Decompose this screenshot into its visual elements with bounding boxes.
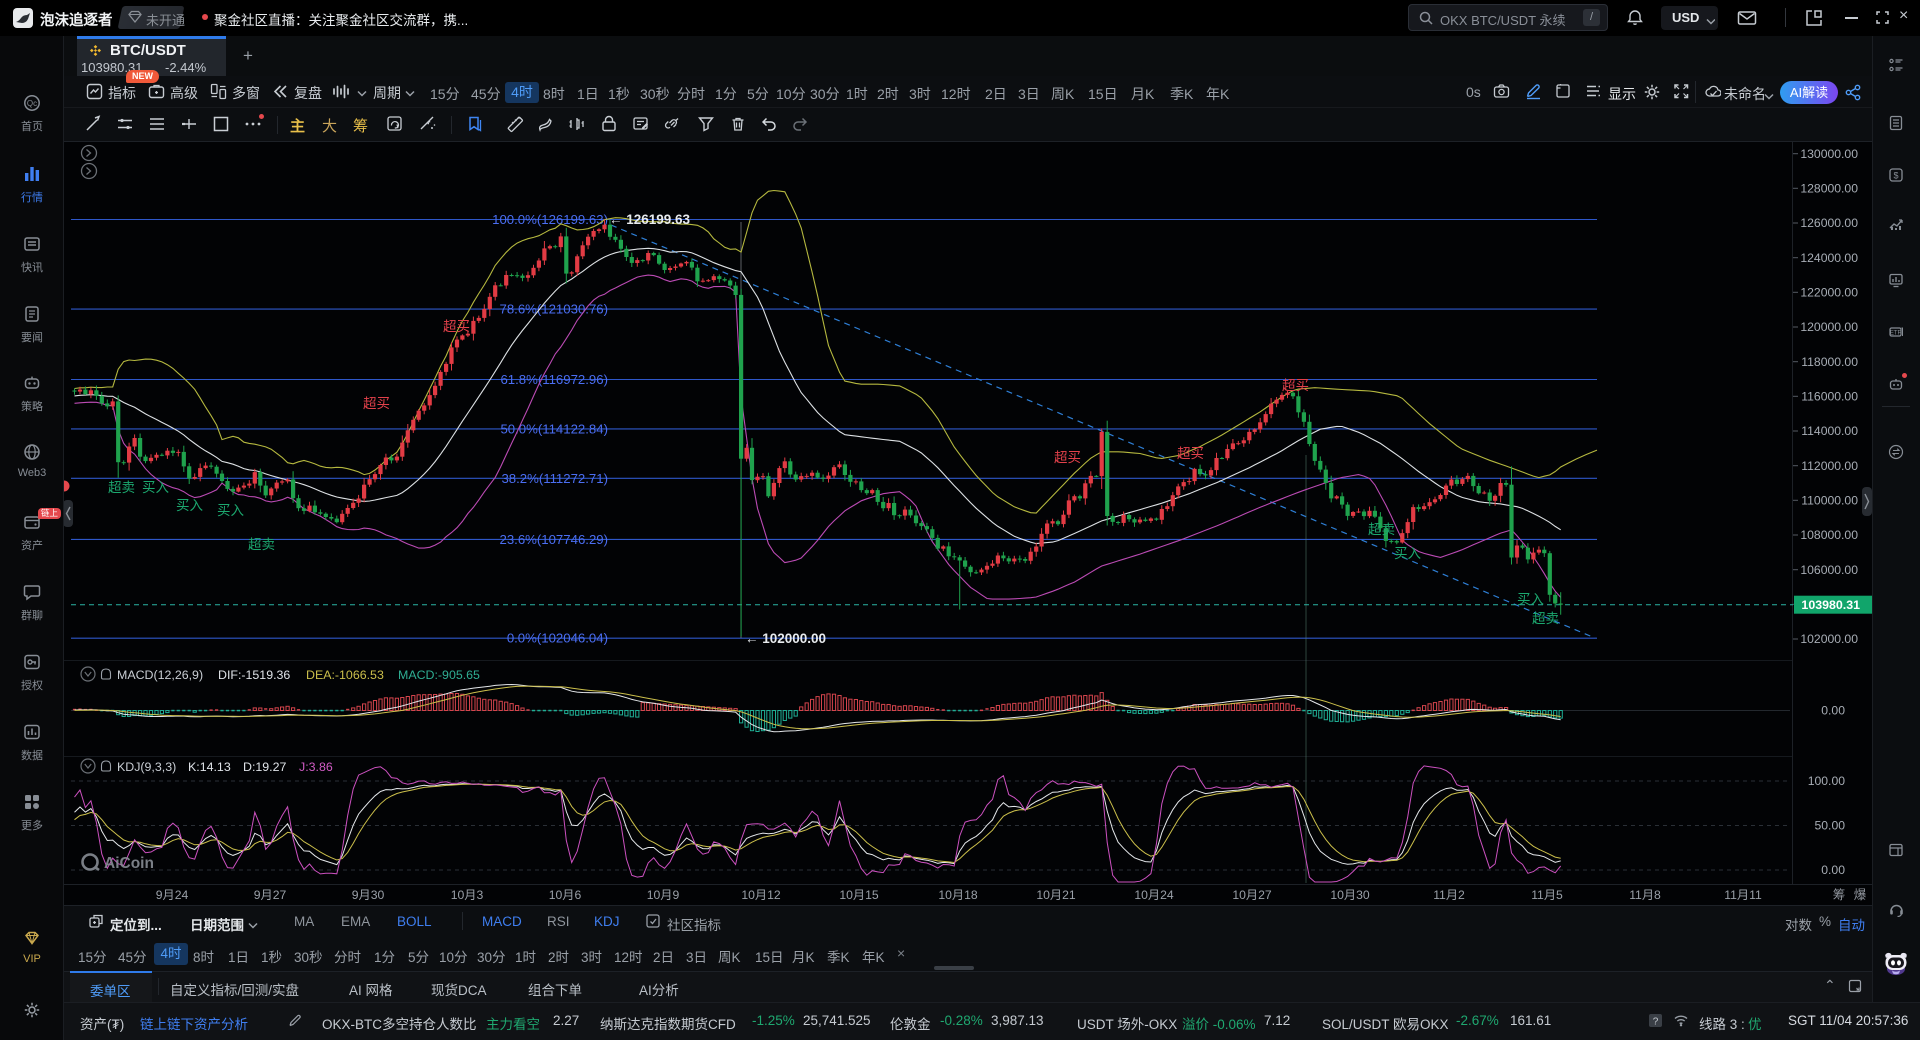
svg-text:10月27: 10月27 bbox=[1232, 888, 1272, 902]
svg-text:0.00: 0.00 bbox=[1821, 863, 1845, 877]
svg-text:38.2%(111272.71): 38.2%(111272.71) bbox=[501, 471, 608, 486]
svg-text:超买: 超买 bbox=[363, 396, 390, 411]
svg-text:ETF: ETF bbox=[1890, 331, 1902, 337]
svg-text:MACD:-905.65: MACD:-905.65 bbox=[398, 668, 480, 682]
svg-text:128000.00: 128000.00 bbox=[1800, 182, 1858, 196]
svg-text:超卖: 超卖 bbox=[1532, 611, 1559, 626]
svg-text:10月3: 10月3 bbox=[451, 888, 484, 902]
svg-text:← 126199.63: ← 126199.63 bbox=[609, 212, 691, 227]
svg-text:超卖: 超卖 bbox=[108, 480, 135, 495]
svg-text:120000.00: 120000.00 bbox=[1800, 320, 1858, 334]
svg-text:10月18: 10月18 bbox=[938, 888, 978, 902]
svg-text:78.6%(121030.76): 78.6%(121030.76) bbox=[499, 302, 608, 317]
svg-text:10月6: 10月6 bbox=[549, 888, 582, 902]
svg-text:买入: 买入 bbox=[217, 503, 244, 518]
svg-text:23.6%(107746.29): 23.6%(107746.29) bbox=[499, 532, 608, 547]
svg-text:买入: 买入 bbox=[176, 498, 203, 513]
svg-text:超买: 超买 bbox=[1177, 446, 1204, 461]
svg-text:买入: 买入 bbox=[1517, 592, 1545, 607]
svg-text:110000.00: 110000.00 bbox=[1801, 494, 1858, 508]
svg-text:超买: 超买 bbox=[1054, 450, 1081, 465]
svg-text:50.00: 50.00 bbox=[1815, 819, 1846, 833]
svg-text:100.00: 100.00 bbox=[1808, 774, 1845, 788]
svg-text:130000.00: 130000.00 bbox=[1800, 147, 1858, 161]
svg-text:KDJ(9,3,3): KDJ(9,3,3) bbox=[117, 760, 176, 774]
svg-text:$: $ bbox=[1893, 171, 1898, 181]
svg-text:61.8%(116972.96): 61.8%(116972.96) bbox=[500, 372, 608, 387]
svg-text:DEA:-1066.53: DEA:-1066.53 bbox=[306, 668, 384, 682]
svg-text:103980.31: 103980.31 bbox=[1801, 598, 1860, 612]
svg-text:102000.00: 102000.00 bbox=[1800, 632, 1858, 646]
svg-text:D:19.27: D:19.27 bbox=[243, 760, 287, 774]
svg-text:11月8: 11月8 bbox=[1629, 888, 1661, 902]
svg-text:超买: 超买 bbox=[443, 319, 470, 334]
svg-text:0.0%(102046.04): 0.0%(102046.04) bbox=[507, 631, 608, 646]
svg-text:11月11: 11月11 bbox=[1724, 888, 1762, 902]
svg-text:MACD(12,26,9): MACD(12,26,9) bbox=[117, 668, 203, 682]
svg-text:11月5: 11月5 bbox=[1531, 888, 1563, 902]
svg-text:10月30: 10月30 bbox=[1330, 888, 1370, 902]
svg-text:108000.00: 108000.00 bbox=[1800, 528, 1858, 542]
svg-text:Qc: Qc bbox=[27, 99, 37, 108]
svg-text:10月9: 10月9 bbox=[647, 888, 680, 902]
svg-text:10月21: 10月21 bbox=[1036, 888, 1076, 902]
svg-text:K:14.13: K:14.13 bbox=[188, 760, 231, 774]
svg-text:118000.00: 118000.00 bbox=[1801, 355, 1858, 369]
svg-text:爆: 爆 bbox=[1854, 888, 1867, 902]
svg-text:买入: 买入 bbox=[142, 480, 169, 495]
svg-text:超卖: 超卖 bbox=[1368, 522, 1395, 537]
svg-text:超买: 超买 bbox=[1282, 378, 1309, 393]
svg-text:10月15: 10月15 bbox=[839, 888, 879, 902]
svg-text:?: ? bbox=[1653, 1017, 1659, 1028]
svg-text:124000.00: 124000.00 bbox=[1800, 251, 1858, 265]
svg-text:超卖: 超卖 bbox=[248, 537, 275, 552]
svg-text:9月24: 9月24 bbox=[156, 888, 189, 902]
svg-text:114000.00: 114000.00 bbox=[1801, 424, 1858, 438]
svg-text:100.0%(126199.63): 100.0%(126199.63) bbox=[492, 212, 608, 227]
svg-text:AiCoin: AiCoin bbox=[104, 855, 154, 872]
svg-text:筹: 筹 bbox=[1833, 887, 1846, 902]
svg-text:J:3.86: J:3.86 bbox=[299, 760, 333, 774]
svg-text:10月12: 10月12 bbox=[741, 888, 781, 902]
svg-text:112000.00: 112000.00 bbox=[1801, 459, 1858, 473]
svg-text:10月24: 10月24 bbox=[1134, 888, 1174, 902]
svg-text:DIF:-1519.36: DIF:-1519.36 bbox=[218, 668, 290, 682]
svg-text:116000.00: 116000.00 bbox=[1801, 390, 1858, 404]
svg-text:122000.00: 122000.00 bbox=[1800, 286, 1858, 300]
svg-text:9月30: 9月30 bbox=[352, 888, 385, 902]
svg-text:106000.00: 106000.00 bbox=[1800, 563, 1858, 577]
svg-text:11月2: 11月2 bbox=[1433, 888, 1465, 902]
svg-text:9月27: 9月27 bbox=[254, 888, 287, 902]
svg-text:买入: 买入 bbox=[1394, 546, 1422, 561]
svg-text:126000.00: 126000.00 bbox=[1800, 216, 1858, 230]
svg-text:0.00: 0.00 bbox=[1821, 704, 1845, 718]
svg-text:← 102000.00: ← 102000.00 bbox=[745, 631, 826, 646]
